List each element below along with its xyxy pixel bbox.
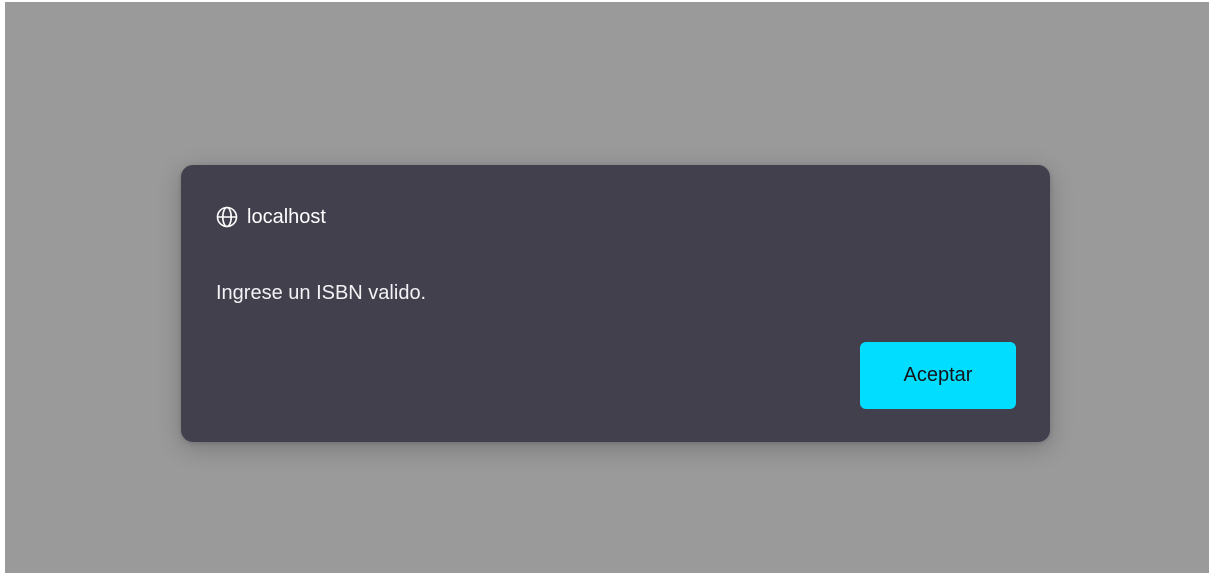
dialog-origin: localhost <box>247 206 326 228</box>
globe-icon <box>215 205 239 229</box>
dialog-message: Ingrese un ISBN valido. <box>216 282 427 304</box>
dialog-header: localhost <box>215 203 326 231</box>
alert-dialog: localhost Ingrese un ISBN valido. Acepta… <box>181 165 1050 442</box>
accept-button[interactable]: Aceptar <box>860 342 1016 409</box>
